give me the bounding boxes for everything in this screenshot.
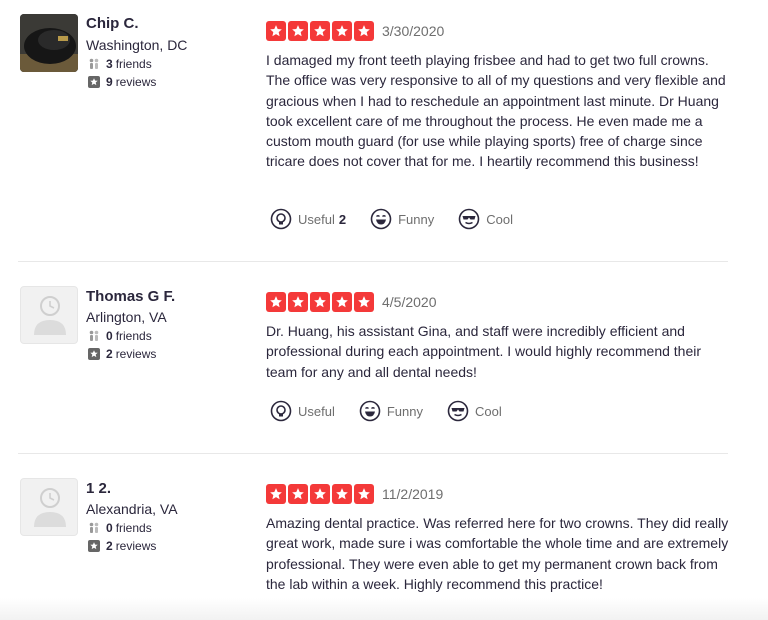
user-avatar[interactable]	[20, 478, 78, 536]
star-icon	[354, 21, 374, 41]
star-icon	[310, 21, 330, 41]
star-rating	[266, 292, 374, 312]
user-location: Washington, DC	[86, 37, 188, 53]
review-count-icon	[88, 76, 100, 88]
review-actions: Useful 2 Funny Cool	[270, 208, 537, 230]
reviews-count: 2 reviews	[88, 539, 156, 553]
star-icon	[266, 292, 286, 312]
user-name[interactable]: 1 2.	[86, 480, 111, 497]
funny-icon	[359, 400, 381, 422]
star-icon	[332, 21, 352, 41]
review-text: Dr. Huang, his assistant Gina, and staff…	[266, 323, 702, 380]
star-rating	[266, 484, 374, 504]
star-rating	[266, 21, 374, 41]
user-name[interactable]: Chip C.	[86, 15, 139, 32]
review-item: 1 2. Alexandria, VA 0 friends 2 reviews 11…	[0, 454, 730, 620]
review-text: I damaged my front teeth playing frisbee…	[266, 52, 726, 170]
funny-button[interactable]: Funny	[370, 208, 434, 230]
reviews-count: 9 reviews	[88, 75, 156, 89]
bottom-fade	[0, 598, 768, 620]
cool-button[interactable]: Cool	[458, 208, 513, 230]
star-icon	[332, 292, 352, 312]
cool-icon	[447, 400, 469, 422]
review-item: Thomas G F. Arlington, VA 0 friends 2 revi…	[0, 262, 730, 454]
reviews-count: 2 reviews	[88, 347, 156, 361]
funny-icon	[370, 208, 392, 230]
default-avatar-icon	[34, 488, 66, 527]
funny-button[interactable]: Funny	[359, 400, 423, 422]
user-location: Alexandria, VA	[86, 501, 178, 517]
star-icon	[288, 21, 308, 41]
useful-button[interactable]: Useful	[270, 400, 335, 422]
star-icon	[288, 292, 308, 312]
friends-icon	[88, 522, 100, 534]
useful-button[interactable]: Useful 2	[270, 208, 346, 230]
star-icon	[266, 484, 286, 504]
friends-count: 0 friends	[88, 329, 152, 343]
review-count-icon	[88, 348, 100, 360]
user-photo-icon	[20, 14, 78, 72]
cool-button[interactable]: Cool	[447, 400, 502, 422]
user-avatar[interactable]	[20, 14, 78, 72]
user-name[interactable]: Thomas G F.	[86, 288, 175, 305]
star-icon	[310, 292, 330, 312]
star-icon	[354, 484, 374, 504]
cool-icon	[458, 208, 480, 230]
friends-icon	[88, 330, 100, 342]
review-date: 4/5/2020	[382, 294, 437, 310]
default-avatar-icon	[34, 296, 66, 335]
review-text: Amazing dental practice. Was referred he…	[266, 515, 729, 592]
review-date: 11/2/2019	[382, 486, 444, 502]
star-icon	[288, 484, 308, 504]
review-date: 3/30/2020	[382, 23, 445, 39]
star-icon	[310, 484, 330, 504]
star-icon	[354, 292, 374, 312]
friends-count: 0 friends	[88, 521, 152, 535]
useful-icon	[270, 400, 292, 422]
review-count-icon	[88, 540, 100, 552]
friends-count: 3 friends	[88, 57, 152, 71]
user-location: Arlington, VA	[86, 309, 167, 325]
review-item: Chip C. Washington, DC 3 friends 9 reviews…	[0, 0, 730, 262]
friends-icon	[88, 58, 100, 70]
user-avatar[interactable]	[20, 286, 78, 344]
star-icon	[266, 21, 286, 41]
useful-icon	[270, 208, 292, 230]
review-actions: Useful Funny Cool	[270, 400, 526, 422]
star-icon	[332, 484, 352, 504]
